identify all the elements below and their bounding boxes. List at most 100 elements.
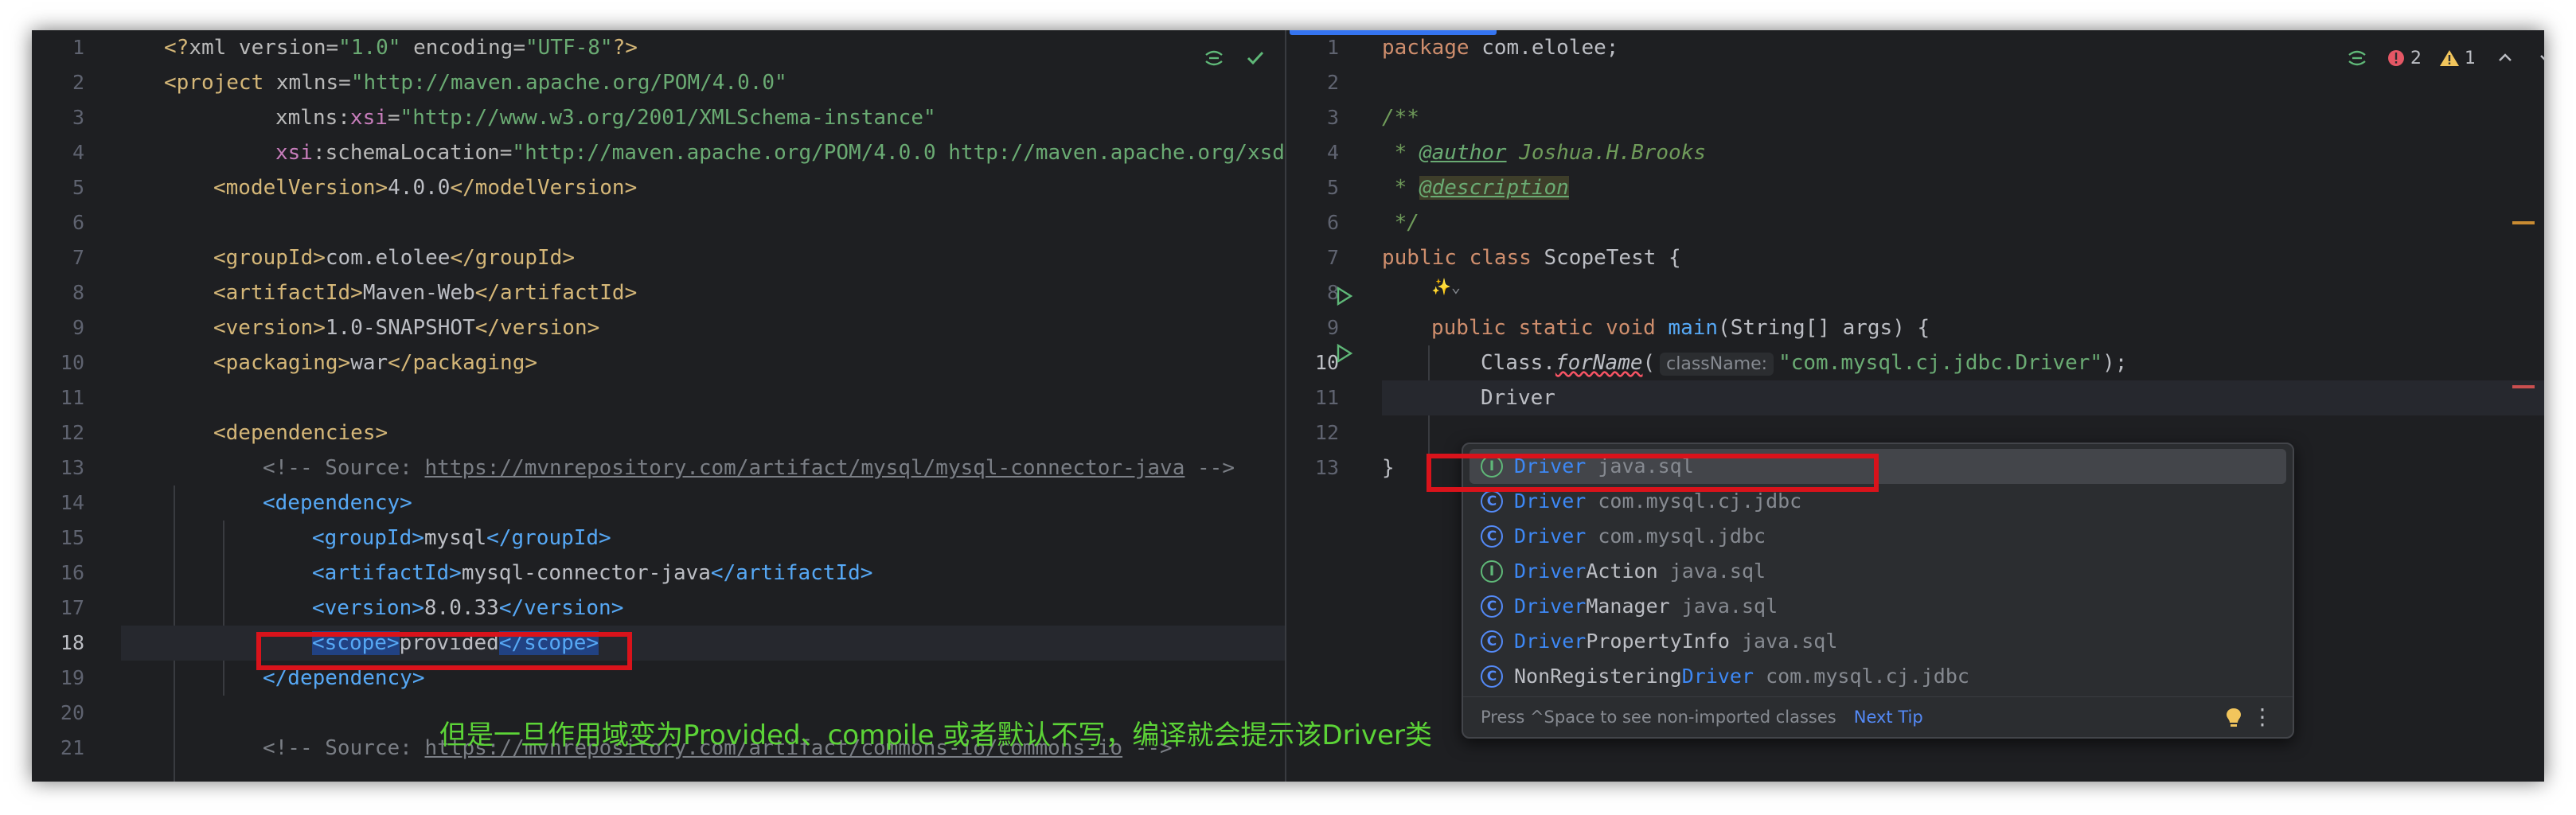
line-number[interactable]: 15 <box>32 521 84 556</box>
warning-stripe-marker[interactable] <box>2512 221 2535 224</box>
line-number[interactable]: 21 <box>32 731 84 766</box>
xml-text: war <box>350 351 388 375</box>
code-line-4[interactable]: xsi:schemaLocation="http://maven.apache.… <box>275 135 1285 170</box>
next-tip-link[interactable]: Next Tip <box>1854 708 1923 727</box>
completion-item[interactable]: C NonRegisteringDriver com.mysql.cj.jdbc <box>1469 659 2286 694</box>
code-line-5[interactable]: <modelVersion>4.0.0</modelVersion> <box>213 170 1285 205</box>
code-line-17[interactable]: <version>8.0.33</version> <box>312 591 1285 626</box>
line-number[interactable]: 10 <box>1286 345 1339 380</box>
line-number[interactable]: 4 <box>1286 135 1339 170</box>
code-line-3[interactable]: /** <box>1382 100 2544 135</box>
code-line-1[interactable]: <?xml version="1.0" encoding="UTF-8"?> <box>164 30 1285 65</box>
line-number[interactable]: 9 <box>1286 310 1339 345</box>
line-number[interactable]: 4 <box>32 135 84 170</box>
driver-highlight-box <box>1427 454 1879 492</box>
xml-tag: </modelVersion> <box>450 176 638 200</box>
code-line-10[interactable]: <packaging>war</packaging> <box>213 345 1285 380</box>
lightbulb-icon[interactable] <box>2224 707 2243 729</box>
line-number[interactable]: 1 <box>32 30 84 65</box>
completion-match: Driver <box>1514 560 1587 583</box>
code-line-12[interactable]: <dependencies> <box>213 415 1285 450</box>
completion-item[interactable]: C DriverPropertyInfo java.sql <box>1469 624 2286 659</box>
run-main-icon[interactable] <box>1333 342 1355 365</box>
class-icon: C <box>1481 525 1503 548</box>
line-number[interactable]: 6 <box>32 205 84 240</box>
line-number[interactable]: 5 <box>32 170 84 205</box>
javadoc-tag: @description <box>1419 176 1569 200</box>
ai-assistant-icon[interactable] <box>1202 46 1226 70</box>
checkmark-icon[interactable] <box>1243 46 1267 70</box>
line-number-gutter[interactable]: 1 2 3 4 5 6 7 8 9 10 11 12 13 14 15 16 17 18 19 20 21 <box>32 30 121 782</box>
error-icon <box>2388 50 2404 66</box>
line-number[interactable]: 3 <box>1286 100 1339 135</box>
line-number[interactable]: 7 <box>32 240 84 275</box>
line-number[interactable]: 2 <box>1286 65 1339 100</box>
code-line-3[interactable]: xmlns:xsi="http://www.w3.org/2001/XMLSch… <box>275 100 1285 135</box>
pom-editor-pane[interactable]: 1 2 3 4 5 6 7 8 9 10 11 12 13 14 15 16 17 18 19 20 21 <?xml … <box>32 30 1285 782</box>
line-number[interactable]: 16 <box>32 556 84 591</box>
line-number[interactable]: 10 <box>32 345 84 380</box>
xml-text: 8.0.33 <box>423 596 499 620</box>
line-number[interactable]: 18 <box>32 626 84 661</box>
line-number[interactable]: 11 <box>1286 380 1339 415</box>
code-line-14[interactable]: <dependency> <box>263 485 1285 521</box>
line-number-gutter[interactable]: 1 2 3 4 5 6 7 8 9 10 11 12 13 <box>1286 30 1382 782</box>
line-number[interactable]: 11 <box>32 380 84 415</box>
line-number[interactable]: 14 <box>32 485 84 521</box>
indent-guide <box>223 521 224 696</box>
javadoc: /** <box>1382 106 1419 130</box>
xml-tag: </packaging> <box>388 351 537 375</box>
line-number[interactable]: 20 <box>32 696 84 731</box>
javadoc-tag: @author <box>1419 141 1507 165</box>
xml-attr: xmlns: <box>275 106 350 130</box>
code-line-9[interactable]: <version>1.0-SNAPSHOT</version> <box>213 310 1285 345</box>
line-number[interactable]: 8 <box>1286 275 1339 310</box>
code-line-8[interactable]: public static void main(String[] args) { <box>1431 310 2544 345</box>
line-number[interactable]: 1 <box>1286 30 1339 65</box>
completion-rest: PropertyInfo <box>1586 630 1730 653</box>
warning-count[interactable]: 1 <box>2439 49 2476 68</box>
completion-item[interactable]: C Driver com.mysql.jdbc <box>1469 519 2286 554</box>
code-line-13[interactable]: <!-- Source: https://mvnrepository.com/a… <box>263 450 1285 485</box>
code-line-2[interactable]: <project xmlns="http://maven.apache.org/… <box>164 65 1285 100</box>
line-number[interactable]: 12 <box>32 415 84 450</box>
xml-decl-open: <? <box>164 36 189 60</box>
error-count[interactable]: 2 <box>2387 49 2422 68</box>
completion-item[interactable]: I DriverAction java.sql <box>1469 554 2286 589</box>
xml-tag: <packaging> <box>213 351 351 375</box>
error-stripe-marker[interactable] <box>2512 385 2535 388</box>
code-line-9[interactable]: Class.forName(className: "com.mysql.cj.jd… <box>1481 345 2544 380</box>
xml-tag: <dependency> <box>263 491 412 515</box>
chevron-up-icon[interactable] <box>2493 46 2517 70</box>
ai-inline-hint[interactable]: ✨⌄ <box>1431 269 2544 304</box>
line-number[interactable]: 3 <box>32 100 84 135</box>
popup-footer: Press ^Space to see non-imported classes… <box>1463 696 2293 737</box>
code-line-4[interactable]: * @author Joshua.H.Brooks <box>1382 135 2544 170</box>
line-number[interactable]: 2 <box>32 65 84 100</box>
completion-item[interactable]: C DriverManager java.sql <box>1469 589 2286 624</box>
line-number[interactable]: 9 <box>32 310 84 345</box>
run-class-icon[interactable] <box>1333 285 1355 307</box>
line-number[interactable]: 13 <box>32 450 84 485</box>
inspection-widget[interactable]: 2 1 <box>2345 46 2544 70</box>
chevron-down-icon[interactable] <box>2535 46 2544 70</box>
ai-assistant-icon[interactable] <box>2345 46 2369 70</box>
line-number[interactable]: 6 <box>1286 205 1339 240</box>
code-line-10[interactable]: Driver <box>1382 380 2544 415</box>
comment-link[interactable]: https://mvnrepository.com/artifact/mysql… <box>425 456 1185 480</box>
line-number[interactable]: 12 <box>1286 415 1339 450</box>
code-line-15[interactable]: <groupId>mysql</groupId> <box>312 521 1285 556</box>
line-number[interactable]: 5 <box>1286 170 1339 205</box>
code-line-16[interactable]: <artifactId>mysql-connector-java</artifa… <box>312 556 1285 591</box>
line-number[interactable]: 17 <box>32 591 84 626</box>
line-number[interactable]: 7 <box>1286 240 1339 275</box>
code-line-5[interactable]: * @description <box>1382 170 2544 205</box>
more-options-icon[interactable]: ⋮ <box>2251 697 2274 737</box>
code-line-6[interactable]: */ <box>1382 205 2544 240</box>
line-number[interactable]: 13 <box>1286 450 1339 485</box>
completion-match: Driver <box>1514 630 1587 653</box>
line-number[interactable]: 19 <box>32 661 84 696</box>
code-line-8[interactable]: <artifactId>Maven-Web</artifactId> <box>213 275 1285 310</box>
line-number[interactable]: 8 <box>32 275 84 310</box>
code-line-7[interactable]: <groupId>com.elolee</groupId> <box>213 240 1285 275</box>
